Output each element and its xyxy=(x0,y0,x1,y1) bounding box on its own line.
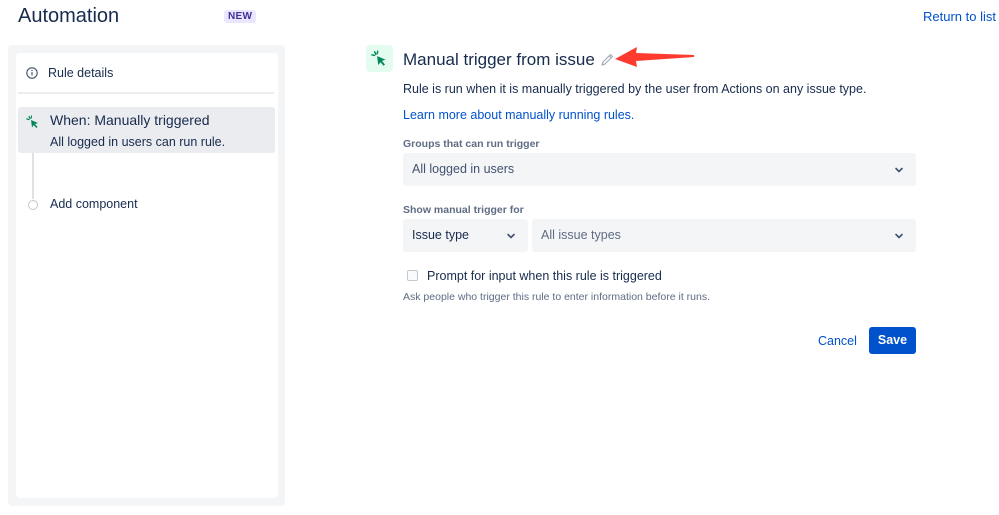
red-arrow-annotation xyxy=(615,47,694,67)
prompt-input-label[interactable]: Prompt for input when this rule is trigg… xyxy=(427,269,662,283)
add-component-label: Add component xyxy=(50,197,138,211)
trigger-heading: Manual trigger from issue xyxy=(403,50,595,69)
page-title: Automation xyxy=(18,5,120,27)
issue-types-select[interactable]: All issue types xyxy=(532,219,916,252)
rule-details-label: Rule details xyxy=(48,65,114,80)
cursor-click-icon xyxy=(26,115,38,128)
groups-select[interactable]: All logged in users xyxy=(403,153,916,186)
groups-select-value: All logged in users xyxy=(412,162,515,176)
sidebar: Rule details When: Manually triggered Al… xyxy=(8,45,285,506)
trigger-title: When: Manually triggered xyxy=(50,112,210,128)
trigger-type-icon xyxy=(366,45,393,72)
rule-components-panel: Rule details When: Manually triggered Al… xyxy=(16,53,278,498)
prompt-input-help-text: Ask people who trigger this rule to ente… xyxy=(403,291,710,303)
new-badge: NEW xyxy=(224,10,257,23)
show-trigger-label: Show manual trigger for xyxy=(403,204,524,216)
issue-types-select-value: All issue types xyxy=(541,228,621,242)
learn-more-link[interactable]: Learn more about manually running rules. xyxy=(403,108,634,122)
trigger-description: Rule is run when it is manually triggere… xyxy=(403,82,867,96)
chevron-down-icon xyxy=(507,233,515,239)
trigger-component[interactable]: When: Manually triggered All logged in u… xyxy=(18,107,275,153)
issue-type-filter-select[interactable]: Issue type xyxy=(403,219,528,252)
add-component-button[interactable]: Add component xyxy=(18,193,218,217)
groups-label: Groups that can run trigger xyxy=(403,138,540,150)
chevron-down-icon xyxy=(895,233,903,239)
return-to-list-link[interactable]: Return to list xyxy=(923,9,996,24)
add-component-circle-icon xyxy=(28,200,38,210)
prompt-input-checkbox[interactable] xyxy=(407,270,418,281)
trigger-subtitle: All logged in users can run rule. xyxy=(50,135,226,149)
info-icon xyxy=(26,66,38,79)
save-button[interactable]: Save xyxy=(869,327,916,354)
cursor-click-icon xyxy=(371,50,386,66)
sidebar-divider xyxy=(18,92,274,94)
rule-details-item[interactable]: Rule details xyxy=(16,53,278,92)
cancel-button[interactable]: Cancel xyxy=(810,328,865,354)
issue-type-filter-value: Issue type xyxy=(412,228,469,242)
chevron-down-icon xyxy=(895,167,903,173)
